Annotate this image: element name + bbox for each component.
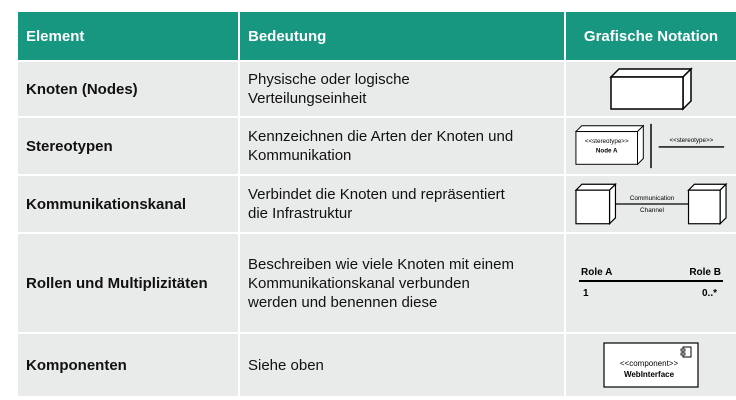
header-meaning: Bedeutung xyxy=(240,12,566,60)
table-row: Stereotypen Kennzeichnen die Arten der K… xyxy=(18,118,736,176)
node-notation xyxy=(609,67,693,111)
communication-channel-notation: Communication Channel xyxy=(574,182,728,226)
table-header: Element Bedeutung Grafische Notation xyxy=(18,12,736,62)
role-a-label: Role A xyxy=(581,267,612,278)
header-notation: Grafische Notation xyxy=(583,27,719,45)
line-stereotype-label: <<stereotype>> xyxy=(670,137,714,144)
component-notation: <<component>> WebInterface xyxy=(603,342,699,388)
multiplicity-a-label: 1 xyxy=(583,288,589,299)
element-meaning: Beschreiben wie viele Knoten mit einem K… xyxy=(248,255,514,311)
multiplicity-b-label: 0..* xyxy=(702,288,717,299)
component-name-label: WebInterface xyxy=(624,370,675,379)
element-meaning: Kennzeichnen die Arten der Knoten und Ko… xyxy=(248,128,514,164)
table-row: Komponenten Siehe oben <<component>> Web… xyxy=(18,334,736,398)
notation-table: Element Bedeutung Grafische Notation Kno… xyxy=(18,12,736,398)
node-name-label: Node A xyxy=(596,148,618,155)
component-stereotype-label: <<component>> xyxy=(620,359,679,368)
stereotype-notation: <<stereotype>> Node A <<stereotype>> xyxy=(574,123,725,169)
element-name: Rollen und Multiplizitäten xyxy=(18,234,240,332)
header-element: Element xyxy=(18,12,240,60)
element-meaning: Physische oder logische Verteilungseinhe… xyxy=(248,71,410,107)
channel-label-1: Communication xyxy=(630,195,675,202)
table-row: Knoten (Nodes) Physische oder logische V… xyxy=(18,62,736,118)
element-meaning: Siehe oben xyxy=(248,356,324,374)
roles-multiplicity-notation: Role A Role B 1 0..* xyxy=(579,267,723,299)
component-icon xyxy=(680,346,692,358)
element-name: Stereotypen xyxy=(18,118,240,174)
element-name: Komponenten xyxy=(18,334,240,396)
role-b-label: Role B xyxy=(689,267,721,278)
channel-label-2: Channel xyxy=(640,207,664,214)
element-meaning: Verbindet die Knoten und repräsentiert d… xyxy=(248,186,505,222)
table-row: Rollen und Multiplizitäten Beschreiben w… xyxy=(18,234,736,334)
element-name: Kommunikationskanal xyxy=(18,176,240,232)
element-name: Knoten (Nodes) xyxy=(18,62,240,116)
table-row: Kommunikationskanal Verbindet die Knoten… xyxy=(18,176,736,234)
node-stereotype-label: <<stereotype>> xyxy=(585,138,629,145)
